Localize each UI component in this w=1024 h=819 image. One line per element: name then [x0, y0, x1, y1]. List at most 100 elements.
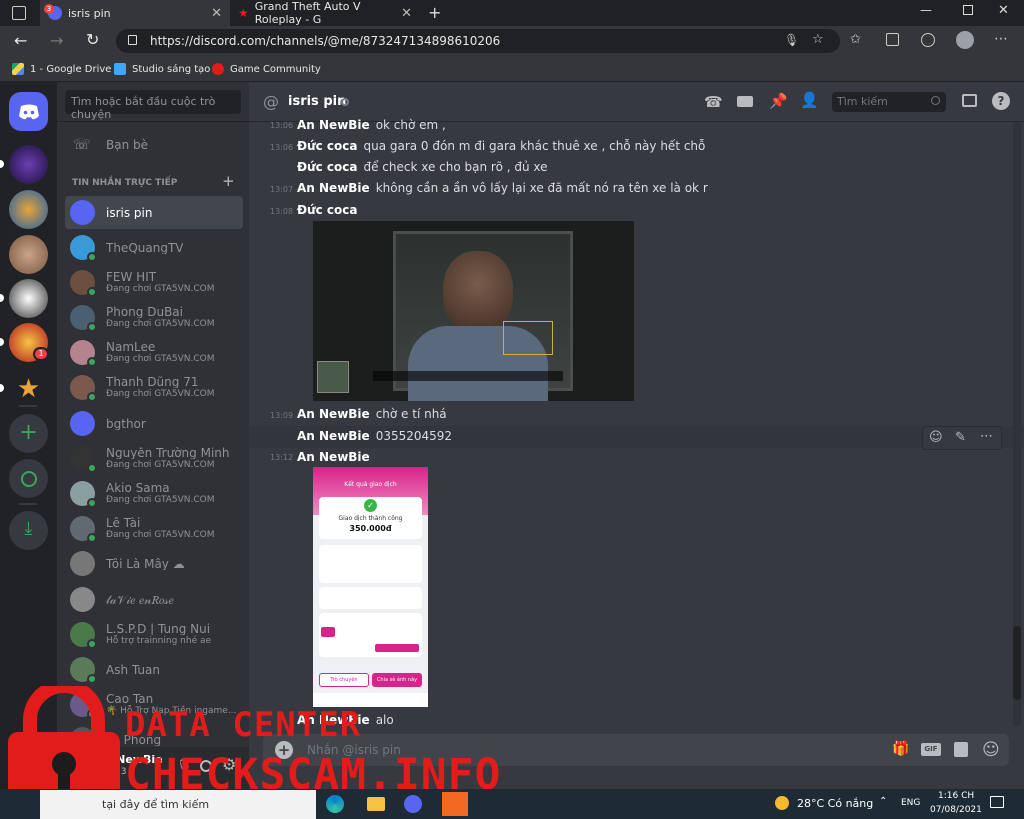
dm-item[interactable]: FEW HIT Đang chơi GTA5VN.COM: [65, 266, 243, 299]
hud-panel: [503, 321, 553, 355]
message-author[interactable]: Đức coca: [297, 139, 357, 153]
close-tab-icon[interactable]: ✕: [401, 6, 412, 21]
dm-item-text: bgthor: [106, 418, 146, 430]
restore-icon[interactable]: [963, 5, 973, 15]
message-author[interactable]: An NewBie: [297, 429, 370, 443]
more-icon[interactable]: ⋯: [980, 429, 993, 444]
chat-scrollbar-thumb[interactable]: [1013, 626, 1021, 700]
receipt-amount: 350.000đ: [349, 524, 392, 533]
game-screenshot-attachment[interactable]: [313, 221, 634, 401]
server-icon-5[interactable]: 1: [9, 323, 49, 362]
message-author[interactable]: An NewBie: [297, 450, 370, 464]
tab-actions-icon[interactable]: [12, 6, 26, 20]
edge-icon[interactable]: [326, 795, 344, 813]
dm-item[interactable]: Phong DuBai Đang chơi GTA5VN.COM: [65, 301, 243, 334]
server-icon-1[interactable]: [9, 145, 48, 184]
close-tab-icon[interactable]: ✕: [211, 6, 222, 21]
voice-call-icon[interactable]: ☎: [704, 93, 723, 111]
app-taskbar-icon[interactable]: [442, 792, 468, 816]
dm-item[interactable]: L.S.P.D | Tung Nui Hỗ trợ trainning nhé a…: [65, 618, 243, 651]
online-status-icon: [87, 533, 97, 543]
discord-home-button[interactable]: [9, 92, 48, 131]
dm-item[interactable]: isris pin: [65, 196, 243, 229]
message-author[interactable]: An NewBie: [297, 407, 370, 421]
message-author[interactable]: An NewBie: [297, 118, 370, 132]
dm-item[interactable]: Lê Tài Đang chơi GTA5VN.COM: [65, 512, 243, 545]
message-author[interactable]: Đức coca: [297, 203, 357, 217]
minimize-icon[interactable]: —: [920, 3, 932, 17]
dm-item[interactable]: Akio Sama Đang chơi GTA5VN.COM: [65, 477, 243, 510]
dm-item[interactable]: Nguyễn Trường Minh Đang chơi GTA5VN.COM: [65, 442, 243, 475]
dm-item[interactable]: TheQuangTV: [65, 231, 243, 264]
watermark-line1: DATA CENTER: [125, 705, 362, 745]
payment-receipt-attachment[interactable]: Kết quả giao dịch ✓ Giao dịch thành công…: [313, 467, 428, 707]
dm-item-name: Akio Sama: [106, 481, 170, 494]
bookmark-google-drive[interactable]: 1 - Google Drive: [12, 61, 111, 77]
file-explorer-icon[interactable]: [367, 797, 385, 811]
emoji-icon[interactable]: ☺: [982, 740, 1000, 760]
server-icon-4[interactable]: [9, 279, 48, 318]
message-author[interactable]: Đức coca: [297, 160, 357, 174]
taskbar-search-box[interactable]: tại đây để tìm kiếm: [40, 790, 316, 819]
dm-item[interactable]: Tôi Là Mây ☁: [65, 547, 243, 580]
tab-gta[interactable]: ★ Grand Theft Auto V Roleplay - G ✕: [230, 0, 420, 26]
clock-time[interactable]: 1:16 CH: [938, 791, 974, 801]
mic-icon[interactable]: 🎙: [784, 33, 799, 47]
message-text: ok chờ em ,: [375, 118, 446, 132]
favorites-icon[interactable]: ✩: [850, 32, 861, 47]
tray-chevron-icon[interactable]: ⌃: [879, 796, 887, 807]
bookmark-game-community[interactable]: Game Community: [212, 61, 321, 77]
tab-title: Grand Theft Auto V Roleplay - G: [254, 0, 361, 26]
notifications-icon[interactable]: [990, 796, 1004, 808]
close-window-icon[interactable]: ✕: [998, 3, 1009, 18]
friends-button[interactable]: ☏ Bạn bè: [65, 128, 243, 161]
message-text: 0355204592: [375, 429, 453, 443]
history-icon[interactable]: [921, 33, 935, 47]
server-icon-2[interactable]: [9, 190, 48, 229]
server-icon-3[interactable]: [9, 235, 48, 274]
chat-search-input[interactable]: Tìm kiếm: [832, 92, 946, 112]
server-icon-6[interactable]: ★: [9, 369, 48, 408]
refresh-icon[interactable]: ↻: [86, 30, 99, 49]
dm-item[interactable]: bgthor: [65, 407, 243, 440]
language-indicator[interactable]: ENG: [901, 798, 920, 808]
address-input[interactable]: https://discord.com/channels/@me/8732471…: [116, 29, 840, 53]
video-call-icon[interactable]: [737, 96, 753, 107]
dm-item[interactable]: NamLee Đang chơi GTA5VN.COM: [65, 336, 243, 369]
message-author[interactable]: An NewBie: [297, 181, 370, 195]
more-icon[interactable]: ⋯: [994, 31, 1008, 47]
tab-isris-pin[interactable]: 3 isris pin ✕: [40, 0, 230, 26]
discord-taskbar-icon[interactable]: [404, 795, 422, 813]
dm-item[interactable]: Thanh Dũng 71 Đang chơi GTA5VN.COM: [65, 371, 243, 404]
receipt-details-card: [319, 545, 422, 583]
gift-icon[interactable]: 🎁: [892, 741, 909, 757]
edit-icon[interactable]: ✎: [955, 430, 966, 445]
message-timestamp: 13:06: [270, 143, 294, 152]
profile-avatar[interactable]: [956, 31, 974, 49]
back-icon[interactable]: ←: [14, 31, 27, 50]
dm-item[interactable]: Ash Tuan: [65, 653, 243, 686]
download-apps-button[interactable]: ⤓: [9, 511, 48, 550]
help-icon[interactable]: ?: [992, 92, 1010, 110]
dm-item-name: TheQuangTV: [106, 241, 184, 254]
add-server-button[interactable]: +: [9, 414, 48, 453]
pinned-messages-icon[interactable]: 📌: [769, 92, 788, 110]
explore-servers-button[interactable]: [9, 459, 48, 498]
message-text: chờ e tí nhá: [375, 407, 447, 421]
create-dm-icon[interactable]: +: [222, 172, 235, 190]
dm-item[interactable]: 𝓁𝒶𝒱𝒾𝑒 𝑒𝓃𝑅𝑜𝓈𝑒: [65, 583, 243, 616]
forward-icon[interactable]: →: [50, 31, 63, 50]
bookmark-studio[interactable]: Studio sáng tạo: [114, 61, 210, 77]
collections-icon[interactable]: [886, 33, 899, 46]
inbox-icon[interactable]: [962, 94, 977, 107]
clock-date[interactable]: 07/08/2021: [930, 805, 982, 815]
favorite-add-icon[interactable]: ☆: [812, 32, 824, 47]
weather-text[interactable]: 28°C Có nắng: [797, 797, 873, 810]
add-reaction-icon[interactable]: ☺: [929, 430, 943, 445]
avatar: [70, 516, 97, 543]
add-friends-to-dm-icon[interactable]: 👤: [800, 91, 819, 109]
dm-search-input[interactable]: Tìm hoặc bắt đầu cuộc trò chuyện: [65, 90, 241, 121]
sticker-icon[interactable]: [954, 742, 968, 757]
new-tab-icon[interactable]: +: [428, 3, 441, 22]
gif-icon[interactable]: GIF: [921, 743, 941, 756]
